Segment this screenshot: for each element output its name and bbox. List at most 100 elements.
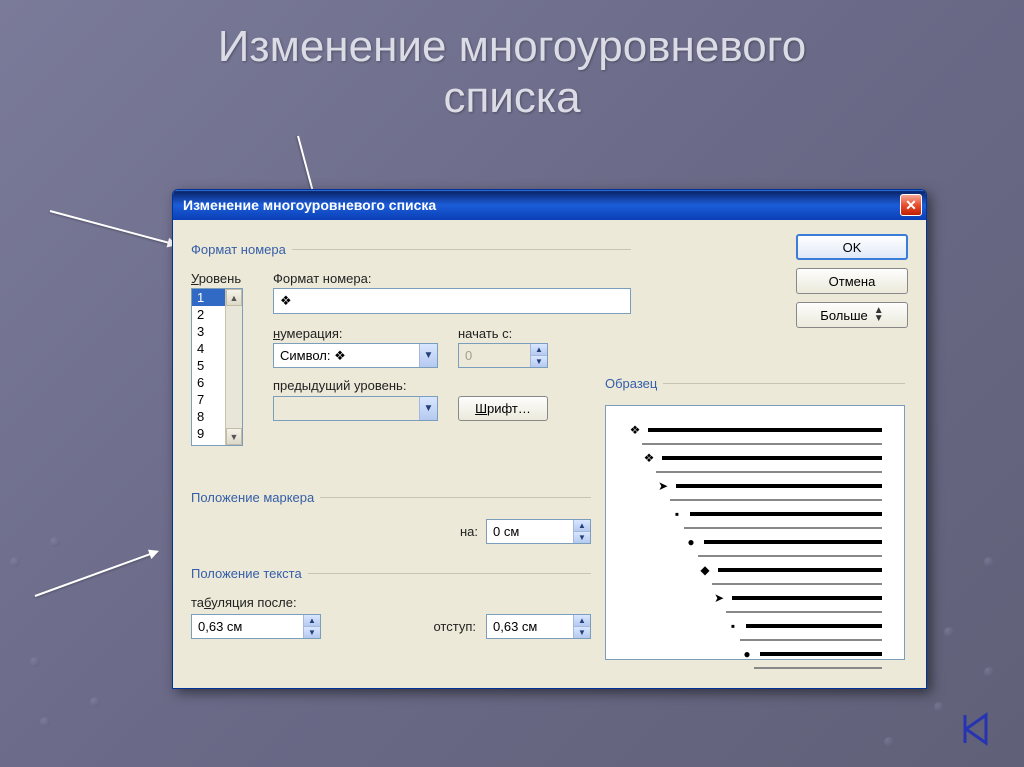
level-item[interactable]: 5 bbox=[192, 357, 225, 374]
prev-level-label: предыдущий уровень: bbox=[273, 378, 438, 394]
font-button[interactable]: Шрифт… bbox=[458, 396, 548, 421]
preview-line bbox=[746, 624, 882, 628]
preview-line bbox=[676, 484, 882, 488]
group-text-position: Положение текста bbox=[191, 566, 591, 581]
cancel-button[interactable]: Отмена bbox=[796, 268, 908, 294]
group-marker-position: Положение маркера bbox=[191, 490, 591, 505]
preview-bullet-icon: ◆ bbox=[698, 564, 712, 576]
spinner-buttons: ▲▼ bbox=[530, 344, 547, 367]
group-number-format: Формат номера bbox=[191, 242, 631, 257]
group-preview: Образец bbox=[605, 376, 905, 391]
pointer-arrow-2 bbox=[50, 210, 176, 246]
level-item[interactable]: 6 bbox=[192, 374, 225, 391]
spinner-buttons[interactable]: ▲▼ bbox=[573, 615, 590, 638]
preview-subline-row bbox=[628, 667, 882, 669]
preview-subline-row bbox=[628, 499, 882, 501]
number-format-input[interactable]: ❖ bbox=[273, 288, 631, 314]
preview-subline bbox=[670, 499, 882, 501]
scroll-up-icon[interactable]: ▲ bbox=[226, 289, 242, 306]
dialog-buttons: OK Отмена Больше ▲▼ bbox=[796, 234, 908, 328]
preview-bullet-icon: ❖ bbox=[642, 452, 656, 464]
titlebar-text: Изменение многоуровневого списка bbox=[183, 197, 436, 213]
preview-box: ❖ ❖ ➤ ▪ ● ◆ ➤ ▪ ● bbox=[605, 405, 905, 660]
preview-subline bbox=[684, 527, 882, 529]
preview-subline-row bbox=[628, 583, 882, 585]
level-item[interactable]: 3 bbox=[192, 323, 225, 340]
level-item[interactable]: 4 bbox=[192, 340, 225, 357]
level-item[interactable]: 1 bbox=[192, 289, 225, 306]
prev-level-combo: ▼ bbox=[273, 396, 438, 421]
ok-button[interactable]: OK bbox=[796, 234, 908, 260]
preview-bullet-icon: ▪ bbox=[670, 508, 684, 520]
preview-line bbox=[662, 456, 882, 460]
chevron-down-icon[interactable]: ▼ bbox=[419, 344, 437, 367]
preview-row: ➤ bbox=[628, 592, 882, 604]
preview-line bbox=[718, 568, 882, 572]
preview-row: ❖ bbox=[628, 452, 882, 464]
preview-bullet-icon: ➤ bbox=[712, 592, 726, 604]
preview-subline-row bbox=[628, 555, 882, 557]
preview-line bbox=[704, 540, 882, 544]
pointer-arrow-3 bbox=[35, 551, 158, 597]
nav-prev-icon bbox=[958, 711, 994, 747]
preview-line bbox=[648, 428, 882, 432]
preview-subline-row bbox=[628, 527, 882, 529]
preview-subline-row bbox=[628, 443, 882, 445]
preview-bullet-icon: ➤ bbox=[656, 480, 670, 492]
preview-row: ● bbox=[628, 648, 882, 660]
preview-line bbox=[690, 512, 882, 516]
preview-row: ➤ bbox=[628, 480, 882, 492]
scroll-down-icon[interactable]: ▼ bbox=[226, 428, 242, 445]
preview-subline bbox=[726, 611, 882, 613]
numbering-label: нумерация: bbox=[273, 326, 438, 341]
level-scrollbar[interactable]: ▲ ▼ bbox=[225, 289, 242, 445]
titlebar[interactable]: Изменение многоуровневого списка ✕ bbox=[173, 190, 926, 220]
preview-subline-row bbox=[628, 639, 882, 641]
spinner-buttons[interactable]: ▲▼ bbox=[303, 615, 320, 638]
nav-prev-button[interactable] bbox=[956, 709, 996, 749]
preview-row: ◆ bbox=[628, 564, 882, 576]
tab-after-spinner[interactable]: 0,63 см ▲▼ bbox=[191, 614, 321, 639]
preview-row: ❖ bbox=[628, 424, 882, 436]
preview-subline bbox=[698, 555, 882, 557]
level-item[interactable]: 9 bbox=[192, 425, 225, 442]
level-item[interactable]: 8 bbox=[192, 408, 225, 425]
marker-at-spinner[interactable]: 0 см ▲▼ bbox=[486, 519, 591, 544]
more-button[interactable]: Больше ▲▼ bbox=[796, 302, 908, 328]
close-button[interactable]: ✕ bbox=[900, 194, 922, 216]
preview-row: ● bbox=[628, 536, 882, 548]
preview-subline bbox=[740, 639, 882, 641]
indent-label: отступ: bbox=[433, 619, 476, 634]
number-format-label: Формат номера: bbox=[273, 271, 631, 286]
level-label: Уровень bbox=[191, 271, 261, 286]
close-icon: ✕ bbox=[905, 197, 917, 214]
preview-line bbox=[732, 596, 882, 600]
chevron-down-icon: ▼ bbox=[419, 397, 437, 420]
preview-bullet-icon: ● bbox=[684, 536, 698, 548]
preview-subline bbox=[754, 667, 882, 669]
preview-row: ▪ bbox=[628, 508, 882, 520]
level-item[interactable]: 2 bbox=[192, 306, 225, 323]
level-listbox[interactable]: 1 2 3 4 5 6 7 8 9 ▲ ▼ bbox=[191, 288, 243, 446]
slide-title: Изменение многоуровневого списка bbox=[0, 0, 1024, 123]
preview-bullet-icon: ❖ bbox=[628, 424, 642, 436]
numbering-combo[interactable]: Символ: ❖ ▼ bbox=[273, 343, 438, 368]
preview-subline bbox=[712, 583, 882, 585]
preview-subline-row bbox=[628, 611, 882, 613]
marker-at-label: на: bbox=[460, 524, 478, 539]
preview-bullet-icon: ● bbox=[740, 648, 754, 660]
level-items: 1 2 3 4 5 6 7 8 9 bbox=[192, 289, 225, 445]
preview-subline bbox=[642, 443, 882, 445]
level-item[interactable]: 7 bbox=[192, 391, 225, 408]
updown-icon: ▲▼ bbox=[874, 307, 884, 323]
preview-line bbox=[760, 652, 882, 656]
indent-spinner[interactable]: 0,63 см ▲▼ bbox=[486, 614, 591, 639]
start-at-label: начать с: bbox=[458, 326, 548, 341]
modify-list-dialog: Изменение многоуровневого списка ✕ OK От… bbox=[172, 189, 927, 689]
start-at-spinner: 0 ▲▼ bbox=[458, 343, 548, 368]
preview-row: ▪ bbox=[628, 620, 882, 632]
preview-subline-row bbox=[628, 471, 882, 473]
preview-subline bbox=[656, 471, 882, 473]
tab-after-label: табуляция после: bbox=[191, 595, 591, 610]
spinner-buttons[interactable]: ▲▼ bbox=[573, 520, 590, 543]
